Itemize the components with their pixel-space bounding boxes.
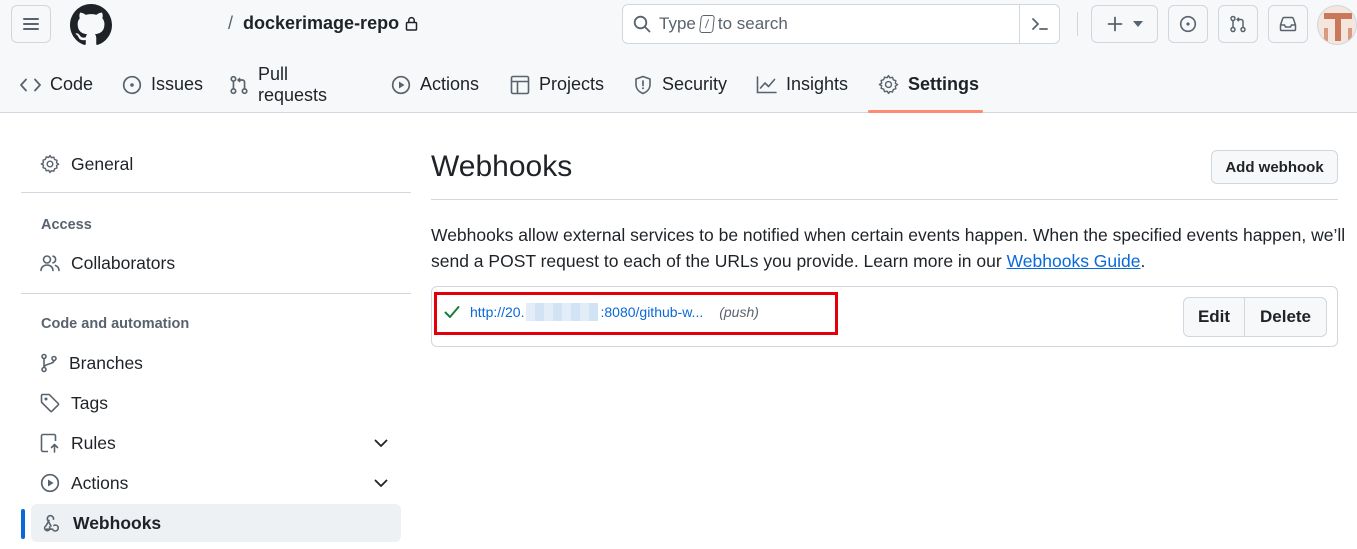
sidebar-item-actions[interactable]: Actions xyxy=(21,464,401,502)
tab-label: Actions xyxy=(420,74,480,94)
branch-icon xyxy=(41,353,57,373)
tab-label: Settings xyxy=(908,74,980,94)
caret-down-icon xyxy=(1132,21,1143,27)
header-divider xyxy=(1077,12,1078,36)
issue-icon xyxy=(1179,15,1197,33)
issue-icon xyxy=(122,75,142,94)
sidebar-item-general[interactable]: General xyxy=(21,145,401,183)
search-placeholder-suffix: to search xyxy=(717,14,788,33)
tag-icon xyxy=(40,393,60,413)
chevron-down-icon[interactable] xyxy=(373,475,389,491)
pull-requests-button[interactable] xyxy=(1218,5,1258,43)
sidebar-item-label: Collaborators xyxy=(71,252,176,273)
gear-icon xyxy=(40,154,60,174)
sidebar-item-label: Webhooks xyxy=(73,512,162,533)
page-title: Webhooks xyxy=(431,150,573,183)
github-logo-icon[interactable] xyxy=(70,4,112,46)
webhooks-description: Webhooks allow external services to be n… xyxy=(431,222,1346,274)
sidebar-item-collaborators[interactable]: Collaborators xyxy=(21,244,401,282)
selected-item-indicator xyxy=(21,509,25,539)
global-header: / dockerimage-repo Type / to search Code xyxy=(0,0,1357,113)
repo-breadcrumb: / dockerimage-repo xyxy=(228,13,418,34)
sidebar-item-label: General xyxy=(71,153,134,174)
tab-settings[interactable]: Settings xyxy=(878,56,979,113)
shield-icon xyxy=(635,75,651,94)
gear-icon xyxy=(878,74,899,95)
active-tab-indicator xyxy=(868,110,983,113)
repo-name-link[interactable]: dockerimage-repo xyxy=(243,13,399,34)
webhook-url-end: :8080/github-w... xyxy=(600,304,704,320)
sidebar-item-label: Tags xyxy=(71,392,108,413)
sidebar-heading-code-automation: Code and automation xyxy=(41,316,190,332)
tab-security[interactable]: Security xyxy=(633,56,727,113)
graph-icon xyxy=(756,75,777,93)
search-placeholder-prefix: Type xyxy=(659,14,696,33)
sidebar-divider xyxy=(21,192,411,193)
people-icon xyxy=(40,255,60,272)
sidebar-item-branches[interactable]: Branches xyxy=(21,344,401,382)
search-icon xyxy=(633,15,651,33)
sidebar-item-webhooks[interactable]: Webhooks xyxy=(31,504,401,542)
create-new-button[interactable] xyxy=(1091,5,1158,43)
inbox-button[interactable] xyxy=(1268,5,1308,43)
description-text: Webhooks allow external services to be n… xyxy=(431,225,1346,271)
tab-insights[interactable]: Insights xyxy=(756,56,848,113)
play-icon xyxy=(391,75,411,94)
tab-label: Issues xyxy=(151,74,204,94)
repo-push-icon xyxy=(40,433,59,453)
tab-actions[interactable]: Actions xyxy=(391,56,479,113)
plus-icon xyxy=(1107,16,1122,32)
lock-icon xyxy=(405,16,418,31)
edit-button[interactable]: Edit xyxy=(1184,298,1245,336)
check-icon xyxy=(444,306,460,318)
webhook-list: http://20. :8080/github-w... (push) Edit… xyxy=(431,286,1338,347)
avatar-identicon xyxy=(1324,13,1352,41)
add-webhook-button[interactable]: Add webhook xyxy=(1211,150,1338,184)
webhook-icon xyxy=(43,514,60,532)
tab-issues[interactable]: Issues xyxy=(122,56,203,113)
pull-request-icon xyxy=(230,75,248,94)
delete-button[interactable]: Delete xyxy=(1245,298,1326,336)
search-input[interactable]: Type / to search xyxy=(622,4,1060,44)
redacted-ip xyxy=(526,303,599,321)
sidebar-item-label: Rules xyxy=(71,432,116,453)
sidebar-item-label: Branches xyxy=(69,352,143,373)
play-icon xyxy=(40,473,60,493)
tab-pull-requests[interactable]: Pull requests xyxy=(229,56,327,113)
user-avatar[interactable] xyxy=(1317,5,1357,45)
sidebar-item-tags[interactable]: Tags xyxy=(21,384,401,422)
terminal-icon xyxy=(1031,18,1048,30)
webhook-actions: Edit Delete xyxy=(1183,297,1327,337)
tab-label: Insights xyxy=(786,74,849,94)
chevron-down-icon[interactable] xyxy=(373,435,389,451)
menu-button[interactable] xyxy=(11,5,51,43)
command-palette-button[interactable] xyxy=(1019,5,1059,43)
tab-code[interactable]: Code xyxy=(20,56,93,113)
webhook-url-link[interactable]: http://20. :8080/github-w... xyxy=(470,303,703,321)
webhook-event: (push) xyxy=(719,304,759,320)
tab-projects[interactable]: Projects xyxy=(510,56,604,113)
inbox-icon xyxy=(1279,16,1297,32)
tab-label: Pull requests xyxy=(258,63,328,105)
tab-label: Security xyxy=(662,74,728,94)
search-shortcut-key: / xyxy=(698,15,715,33)
breadcrumb-separator: / xyxy=(228,13,234,33)
code-icon xyxy=(20,78,41,91)
title-divider xyxy=(431,199,1338,200)
sidebar-item-rules[interactable]: Rules xyxy=(21,424,401,462)
webhooks-guide-link[interactable]: Webhooks Guide xyxy=(1007,251,1141,271)
table-icon xyxy=(510,75,530,94)
sidebar-heading-access: Access xyxy=(41,217,92,233)
sidebar-divider xyxy=(21,293,411,294)
tab-label: Projects xyxy=(539,74,605,94)
webhook-row: http://20. :8080/github-w... (push) xyxy=(444,303,759,321)
issues-button[interactable] xyxy=(1168,5,1208,43)
hamburger-icon xyxy=(23,18,39,30)
tab-label: Code xyxy=(50,74,94,94)
webhook-url-start: http://20. xyxy=(470,304,525,320)
sidebar-item-label: Actions xyxy=(71,472,129,493)
description-end: . xyxy=(1140,251,1146,271)
pull-request-icon xyxy=(1230,15,1246,33)
search-placeholder: Type / to search xyxy=(659,14,788,34)
